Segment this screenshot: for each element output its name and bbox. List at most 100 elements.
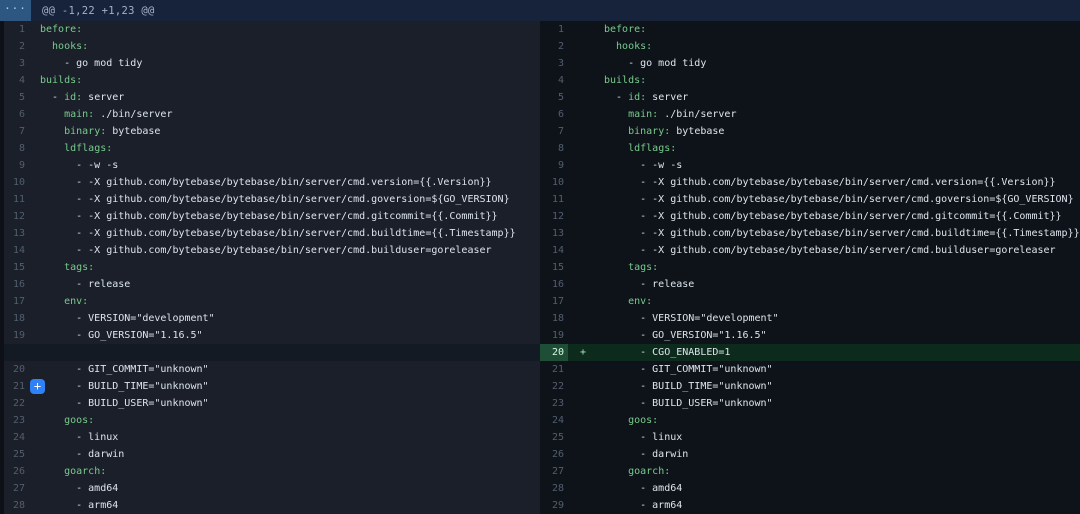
line-number[interactable]: 27 (4, 480, 25, 497)
line-number[interactable]: 23 (4, 412, 25, 429)
line-number[interactable]: 20 (540, 344, 568, 361)
add-comment-button[interactable]: + (30, 379, 45, 394)
line-number[interactable]: 6 (4, 106, 25, 123)
code-line: tags: (25, 259, 540, 276)
line-number[interactable]: 21 (4, 378, 25, 395)
diff-sign (568, 259, 594, 276)
line-number[interactable]: 22 (540, 378, 568, 395)
line-number[interactable]: 8 (4, 140, 25, 157)
line-number[interactable]: 17 (540, 293, 568, 310)
line-number[interactable]: 3 (4, 55, 25, 72)
diff-sign (568, 55, 594, 72)
line-number[interactable]: 13 (540, 225, 568, 242)
line-number[interactable]: 26 (540, 446, 568, 463)
line-number[interactable]: 28 (4, 497, 25, 514)
line-number[interactable]: 20 (4, 361, 25, 378)
line-number[interactable]: 9 (4, 157, 25, 174)
line-number[interactable]: 15 (540, 259, 568, 276)
right-pane-cell: 2 hooks: (540, 38, 1080, 55)
line-number[interactable]: 4 (4, 72, 25, 89)
left-pane-cell: 11 - -X github.com/bytebase/bytebase/bin… (0, 191, 540, 208)
line-number[interactable]: 6 (540, 106, 568, 123)
line-number[interactable]: 23 (540, 395, 568, 412)
line-number[interactable]: 28 (540, 480, 568, 497)
line-number[interactable]: 10 (540, 174, 568, 191)
line-number[interactable]: 19 (540, 327, 568, 344)
code-line: - -X github.com/bytebase/bytebase/bin/se… (594, 191, 1080, 208)
code-line (25, 344, 540, 361)
diff-row: 17 env:17 env: (0, 293, 1080, 310)
line-number[interactable]: 24 (4, 429, 25, 446)
diff-sign (568, 310, 594, 327)
code-line: - CGO_ENABLED=1 (594, 344, 1080, 361)
diff-sign (568, 191, 594, 208)
diff-sign (568, 157, 594, 174)
line-number[interactable]: 10 (4, 174, 25, 191)
ellipsis-icon: ··· (4, 4, 27, 14)
code-line: - -X github.com/bytebase/bytebase/bin/se… (594, 208, 1080, 225)
code-line: - BUILD_TIME="unknown" (594, 378, 1080, 395)
line-number[interactable]: 3 (540, 55, 568, 72)
line-number[interactable]: 5 (540, 89, 568, 106)
line-number[interactable]: 1 (540, 21, 568, 38)
left-pane-cell: 4builds: (0, 72, 540, 89)
diff-sign (568, 21, 594, 38)
line-number[interactable]: 15 (4, 259, 25, 276)
line-number[interactable]: 4 (540, 72, 568, 89)
diff-sign (568, 378, 594, 395)
diff-sign (568, 327, 594, 344)
line-number[interactable]: 21 (540, 361, 568, 378)
code-line: - -X github.com/bytebase/bytebase/bin/se… (25, 208, 540, 225)
code-line: goos: (25, 412, 540, 429)
diff-row: 26 goarch:27 goarch: (0, 463, 1080, 480)
code-line: goarch: (594, 463, 1080, 480)
diff-row: 18 - VERSION="development"18 - VERSION="… (0, 310, 1080, 327)
line-number[interactable]: 13 (4, 225, 25, 242)
line-number[interactable]: 18 (540, 310, 568, 327)
diff-sign (568, 72, 594, 89)
line-number[interactable]: 1 (4, 21, 25, 38)
line-number[interactable]: 18 (4, 310, 25, 327)
line-number[interactable]: 7 (540, 123, 568, 140)
line-number[interactable]: 2 (4, 38, 25, 55)
line-number[interactable]: 19 (4, 327, 25, 344)
right-pane-cell: 3 - go mod tidy (540, 55, 1080, 72)
line-number[interactable]: 24 (540, 412, 568, 429)
line-number[interactable]: 22 (4, 395, 25, 412)
line-number[interactable]: 17 (4, 293, 25, 310)
line-number[interactable]: 9 (540, 157, 568, 174)
line-number[interactable]: 25 (540, 429, 568, 446)
line-number[interactable]: 12 (540, 208, 568, 225)
code-line: ldflags: (25, 140, 540, 157)
line-number[interactable]: 14 (4, 242, 25, 259)
diff-sign: + (568, 344, 594, 361)
line-number[interactable]: 16 (540, 276, 568, 293)
diff-row: 2 hooks:2 hooks: (0, 38, 1080, 55)
line-number[interactable]: 27 (540, 463, 568, 480)
line-number[interactable]: 16 (4, 276, 25, 293)
line-number[interactable]: 25 (4, 446, 25, 463)
line-number[interactable]: 2 (540, 38, 568, 55)
left-pane-cell: 14 - -X github.com/bytebase/bytebase/bin… (0, 242, 540, 259)
line-number[interactable]: 8 (540, 140, 568, 157)
line-number[interactable]: 5 (4, 89, 25, 106)
diff-row: 3 - go mod tidy3 - go mod tidy (0, 55, 1080, 72)
line-number[interactable] (4, 344, 25, 361)
line-number[interactable]: 29 (540, 497, 568, 514)
diff-row: 23 goos:24 goos: (0, 412, 1080, 429)
line-number[interactable]: 11 (4, 191, 25, 208)
right-pane-cell: 16 - release (540, 276, 1080, 293)
line-number[interactable]: 11 (540, 191, 568, 208)
line-number[interactable]: 7 (4, 123, 25, 140)
right-pane-cell: 17 env: (540, 293, 1080, 310)
diff-rows: 1before:1before:2 hooks:2 hooks:3 - go m… (0, 21, 1080, 514)
expand-hunk-button[interactable]: ··· (0, 0, 31, 21)
line-number[interactable]: 14 (540, 242, 568, 259)
left-pane-cell: 10 - -X github.com/bytebase/bytebase/bin… (0, 174, 540, 191)
diff-sign (568, 38, 594, 55)
line-number[interactable]: 26 (4, 463, 25, 480)
right-pane-cell: 14 - -X github.com/bytebase/bytebase/bin… (540, 242, 1080, 259)
diff-sign (568, 480, 594, 497)
diff-row: 27 - amd6428 - amd64 (0, 480, 1080, 497)
line-number[interactable]: 12 (4, 208, 25, 225)
